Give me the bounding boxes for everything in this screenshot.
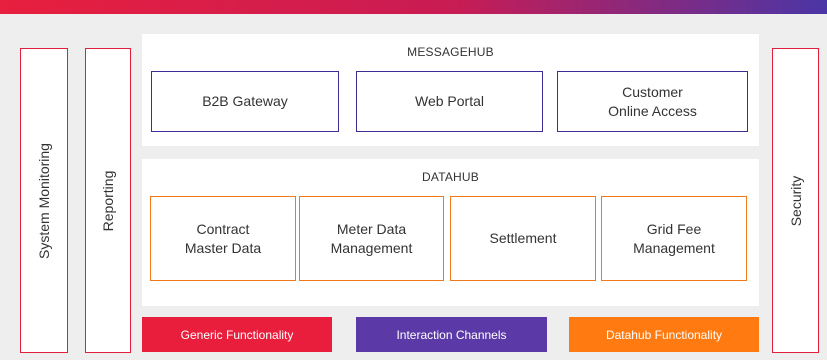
datahub-panel: DATAHUB Contract Master Data Meter Data …: [142, 159, 759, 306]
legend-datahub-functionality-label: Datahub Functionality: [605, 327, 723, 342]
reporting-label: Reporting: [100, 170, 116, 231]
security-bar: Security: [772, 48, 819, 353]
reporting-bar: Reporting: [85, 48, 131, 353]
web-portal-box: Web Portal: [356, 71, 543, 132]
legend-generic-functionality: Generic Functionality: [142, 317, 332, 352]
messagehub-title: MESSAGEHUB: [407, 45, 494, 59]
legend-generic-functionality-label: Generic Functionality: [180, 327, 294, 342]
b2b-gateway-box: B2B Gateway: [151, 71, 339, 132]
legend-interaction-channels-label: Interaction Channels: [396, 327, 507, 342]
system-monitoring-label: System Monitoring: [36, 142, 52, 259]
settlement-box: Settlement: [450, 196, 596, 281]
legend-interaction-channels: Interaction Channels: [356, 317, 547, 352]
customer-online-access-box: Customer Online Access: [557, 71, 748, 132]
top-gradient-bar: [0, 0, 827, 14]
system-monitoring-bar: System Monitoring: [20, 48, 68, 353]
messagehub-panel: MESSAGEHUB B2B Gateway Web Portal Custom…: [142, 34, 759, 146]
meter-data-management-box: Meter Data Management: [299, 196, 444, 281]
legend-datahub-functionality: Datahub Functionality: [569, 317, 759, 352]
grid-fee-management-box: Grid Fee Management: [601, 196, 747, 281]
contract-master-data-box: Contract Master Data: [150, 196, 296, 281]
datahub-title: DATAHUB: [422, 170, 479, 184]
architecture-diagram: System Monitoring Reporting Security MES…: [0, 14, 827, 360]
security-label: Security: [787, 175, 804, 226]
